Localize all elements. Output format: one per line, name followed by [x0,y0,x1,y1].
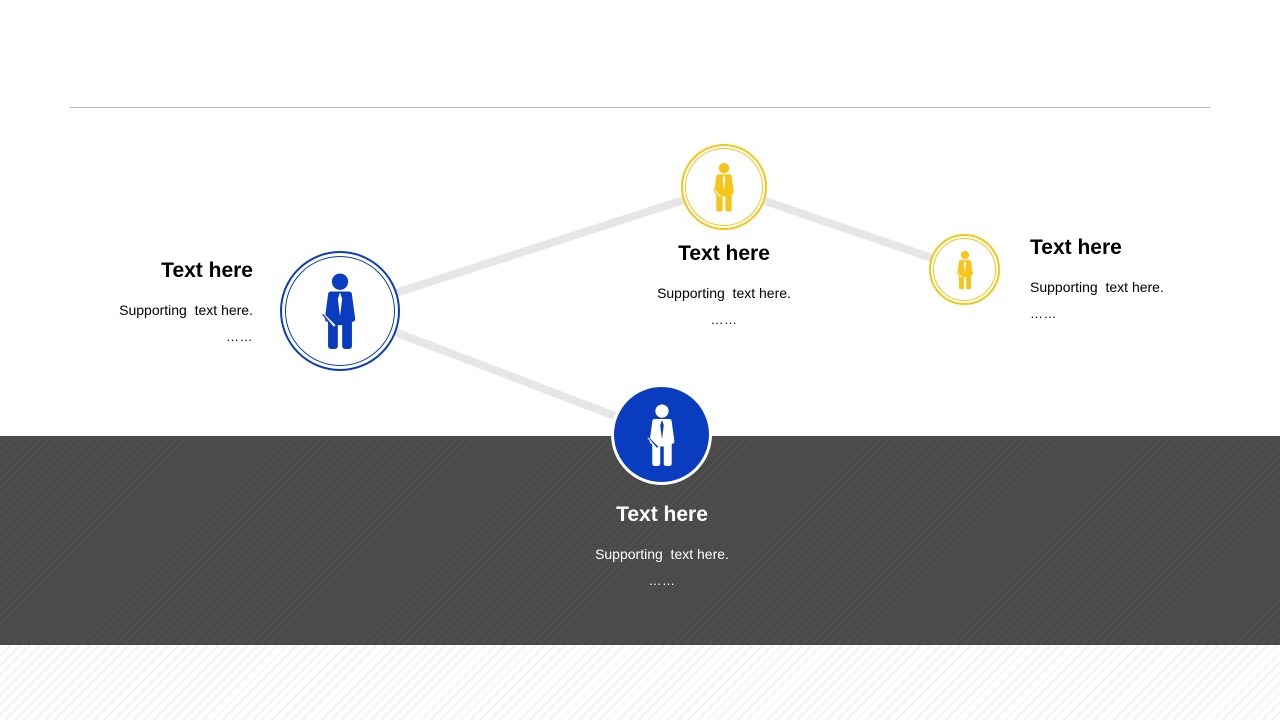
node-3-circle [681,144,767,230]
node-2-supporting-text: Supporting text here. [595,546,729,562]
node-4-supporting-text: Supporting text here. [1030,279,1164,295]
node-3-label: Text here Supporting text here. …… [624,242,824,328]
node-4-inner-ring [933,238,996,301]
node-1-inner-ring [285,256,395,366]
node-3-inner-ring [685,148,763,226]
node-4-circle [929,234,1000,305]
node-4-ellipsis: …… [1030,306,1057,321]
node-2-label: Text here Supporting text here. …… [562,503,762,589]
person-with-tie-icon [712,162,734,212]
node-4-title: Text here [1030,236,1122,259]
node-3-title: Text here [678,242,770,265]
node-1-title: Text here [161,259,253,282]
node-2-circle [611,384,712,485]
node-1-ellipsis: …… [226,329,253,344]
node-3-supporting-text: Supporting text here. [657,285,791,301]
node-2-title: Text here [616,503,708,526]
node-1-circle [280,251,400,371]
connector-lines [338,183,966,438]
node-1-supporting-text: Supporting text here. [119,302,253,318]
person-with-tie-icon [955,250,973,289]
person-with-tie-icon [321,273,356,349]
person-with-tie-icon [646,403,674,466]
node-4-label: Text here Supporting text here. …… [1030,236,1164,322]
node-1-label: Text here Supporting text here. …… [119,259,253,345]
node-2-filled-disc [614,387,709,482]
node-3-ellipsis: …… [710,312,738,327]
node-2-ellipsis: …… [648,573,676,588]
